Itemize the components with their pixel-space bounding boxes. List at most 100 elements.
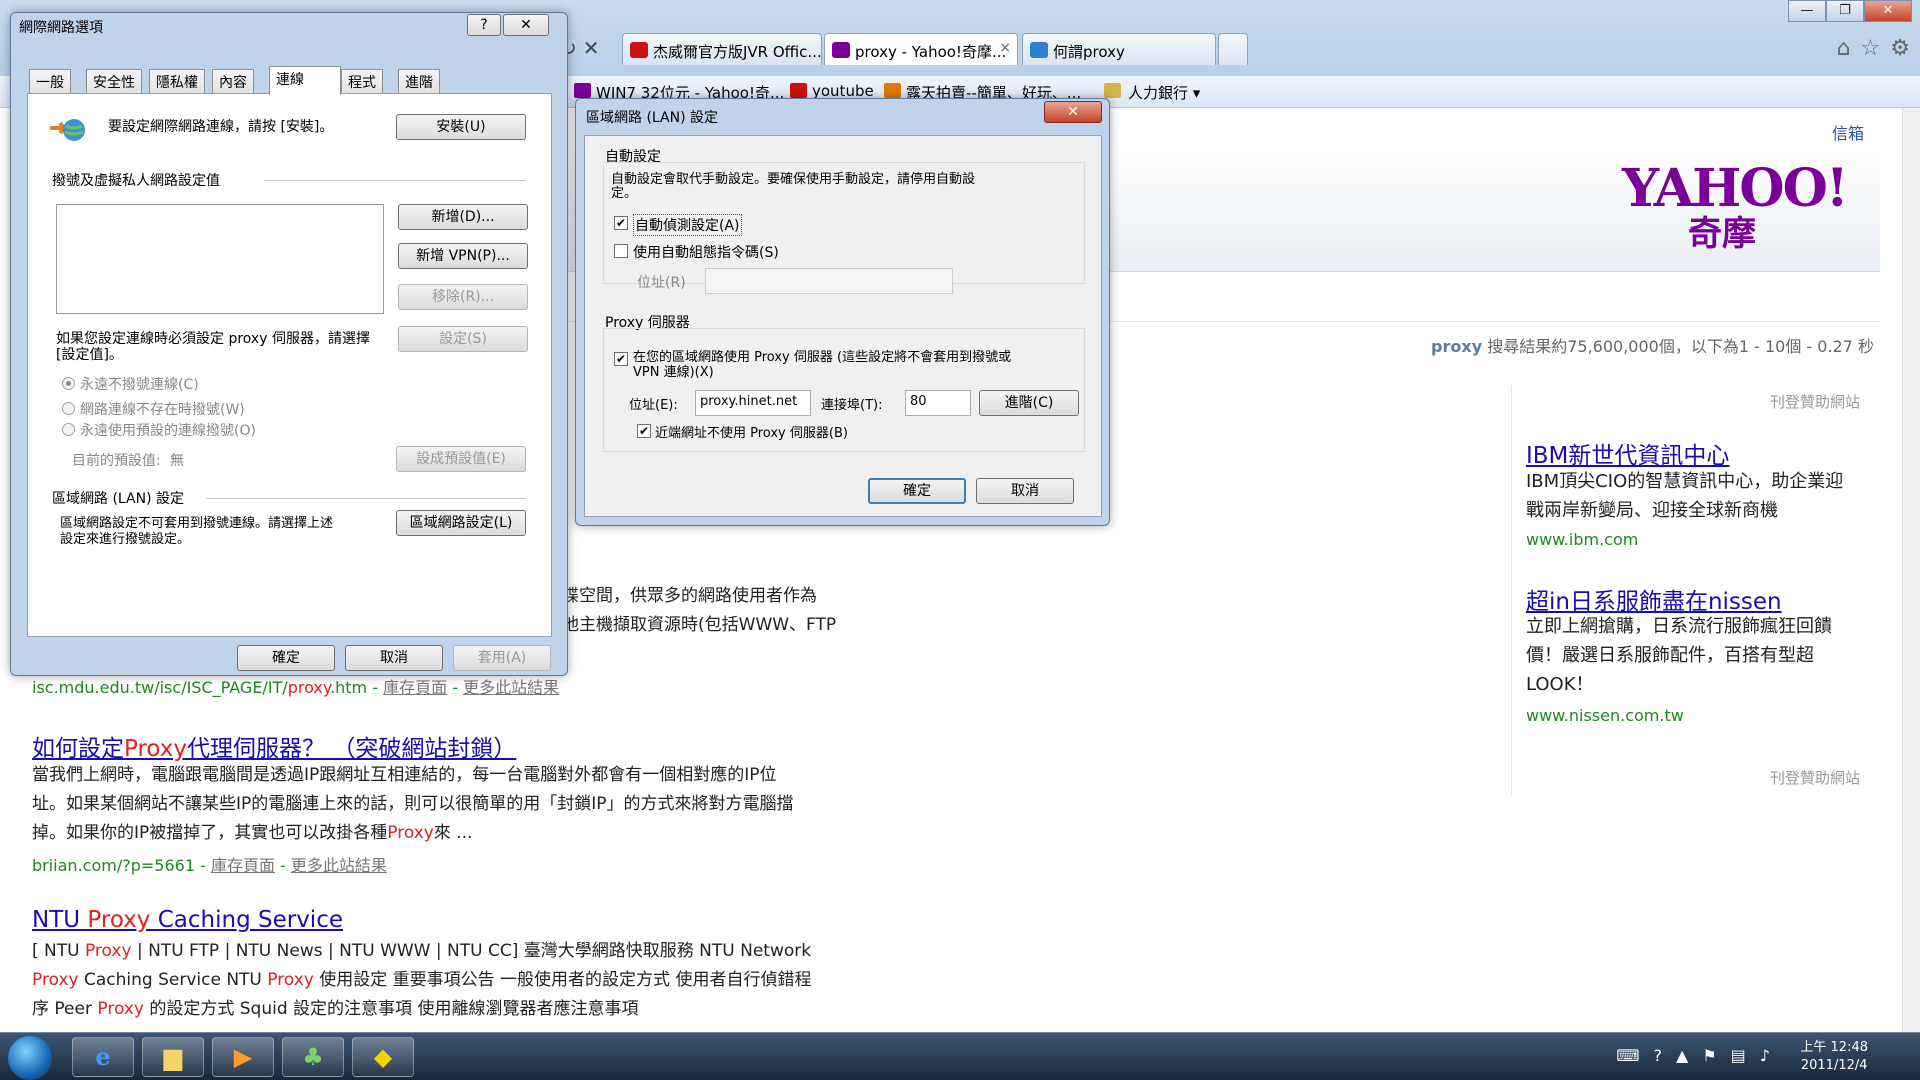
youtube-icon bbox=[630, 42, 648, 58]
result-title-ntu-proxy[interactable]: NTU Proxy Caching Service bbox=[32, 907, 343, 933]
radio-never-dial[interactable] bbox=[62, 377, 75, 390]
sponsored-label: 刊登贊助網站 bbox=[1770, 769, 1861, 787]
dialup-group-label: 撥號及虛擬私人網路設定值 bbox=[52, 173, 220, 189]
set-default-button[interactable]: 設成預設值(E) bbox=[396, 446, 526, 472]
proxy-address-input[interactable]: proxy.hinet.net bbox=[695, 390, 811, 416]
volume-icon[interactable]: ♪ bbox=[1760, 1046, 1770, 1065]
snippet-text: 使用設定 重要事項公告 一般使用者的設定方式 使用者自行偵錯程 bbox=[313, 970, 812, 990]
tab-security[interactable]: 安全性 bbox=[86, 69, 142, 93]
home-icon[interactable]: ⌂ bbox=[1837, 36, 1851, 61]
tab-what-is-proxy[interactable]: 何謂proxy bbox=[1022, 33, 1216, 65]
settings-description-2: [設定值]。 bbox=[56, 347, 123, 363]
clock[interactable]: 上午 12:48 2011/12/4 bbox=[1800, 1039, 1868, 1075]
radio-always-dial-default[interactable] bbox=[62, 423, 75, 436]
title-highlight: Proxy bbox=[124, 736, 188, 762]
auto-detect-checkbox[interactable]: ✔ bbox=[614, 216, 628, 230]
stop-icon[interactable]: ✕ bbox=[583, 36, 600, 60]
file-explorer-icon[interactable]: ▆ bbox=[142, 1037, 204, 1077]
ie-page-icon bbox=[1030, 42, 1048, 58]
favorites-star-icon[interactable]: ☆ bbox=[1861, 36, 1881, 61]
setup-description: 要設定網際網路連線，請按 [安裝]。 bbox=[108, 119, 334, 135]
ad-title-ibm[interactable]: IBM新世代資訊中心 bbox=[1526, 436, 1729, 470]
help-button[interactable]: ? bbox=[467, 14, 501, 36]
dialup-settings-button[interactable]: 設定(S) bbox=[398, 326, 528, 352]
minimize-button[interactable]: — bbox=[1788, 0, 1826, 22]
radio-dial-when-no-network[interactable] bbox=[62, 402, 75, 415]
internet-explorer-icon[interactable]: e bbox=[72, 1037, 134, 1077]
cancel-button[interactable]: 取消 bbox=[345, 645, 443, 671]
add-vpn-button[interactable]: 新增 VPN(P)... bbox=[398, 243, 528, 269]
tab-label: proxy - Yahoo!奇摩... bbox=[855, 43, 1007, 61]
tab-advanced[interactable]: 進階 bbox=[398, 69, 440, 93]
tab-programs[interactable]: 程式 bbox=[341, 69, 383, 93]
settings-gear-icon[interactable]: ⚙ bbox=[1890, 36, 1910, 61]
radio-never-dial-label: 永遠不撥號連線(C) bbox=[80, 377, 199, 393]
ruten-icon bbox=[884, 83, 901, 98]
more-results-link[interactable]: 更多此站結果 bbox=[463, 678, 559, 697]
result-title-proxy-setup[interactable]: 如何設定Proxy代理伺服器？ （突破網站封鎖） bbox=[32, 729, 516, 763]
action-center-flag-icon[interactable]: ⚑ bbox=[1702, 1046, 1716, 1065]
ad-divider bbox=[1511, 385, 1512, 795]
kuaibo-icon[interactable]: ◆ bbox=[352, 1037, 414, 1077]
tab-jvr[interactable]: 杰威爾官方版JVR Offic... bbox=[622, 33, 822, 65]
ad-desc: LOOK！ bbox=[1526, 674, 1594, 695]
tab-yahoo-proxy[interactable]: proxy - Yahoo!奇摩... × bbox=[824, 33, 1018, 65]
start-button[interactable] bbox=[8, 1036, 52, 1080]
close-window-button[interactable]: ✕ bbox=[1864, 0, 1912, 22]
new-tab-button[interactable] bbox=[1218, 33, 1248, 65]
group-divider bbox=[206, 498, 526, 499]
lan-settings-button[interactable]: 區域網路設定(L) bbox=[396, 510, 526, 536]
result-url[interactable]: briian.com/?p=5661 - 庫存頁面 - 更多此站結果 bbox=[32, 852, 387, 876]
keyboard-icon[interactable]: ⌨ bbox=[1616, 1046, 1639, 1065]
cache-link[interactable]: 庫存頁面 bbox=[211, 856, 275, 875]
lan-settings-dialog: 區域網路 (LAN) 設定 ✕ 自動設定 自動設定會取代手動設定。要確保使用手動… bbox=[575, 98, 1110, 526]
script-address-input[interactable] bbox=[705, 268, 953, 294]
dialup-connections-list[interactable] bbox=[56, 204, 384, 314]
use-proxy-checkbox[interactable]: ✔ bbox=[614, 352, 628, 366]
auto-script-checkbox[interactable] bbox=[614, 244, 628, 258]
bypass-local-checkbox[interactable]: ✔ bbox=[637, 424, 651, 438]
ad-url[interactable]: www.ibm.com bbox=[1526, 530, 1638, 549]
media-player-icon[interactable]: ▶ bbox=[212, 1037, 274, 1077]
dialog-close-button[interactable]: ✕ bbox=[503, 14, 549, 36]
tab-close-icon[interactable]: × bbox=[999, 40, 1011, 56]
port-input[interactable]: 80 bbox=[905, 390, 971, 416]
cache-link[interactable]: 庫存頁面 bbox=[383, 678, 447, 697]
show-hidden-icons-icon[interactable]: ▲ bbox=[1676, 1046, 1688, 1065]
yahoo-icon bbox=[832, 42, 850, 58]
more-results-link[interactable]: 更多此站結果 bbox=[291, 856, 387, 875]
tab-privacy[interactable]: 隱私權 bbox=[149, 69, 205, 93]
partial-result-url[interactable]: isc.mdu.edu.tw/isc/ISC_PAGE/IT/proxy.htm… bbox=[32, 674, 559, 698]
network-icon[interactable]: ▤ bbox=[1731, 1046, 1746, 1065]
tab-general[interactable]: 一般 bbox=[29, 69, 71, 93]
snippet-text: | NTU FTP | NTU News | NTU WWW | NTU CC]… bbox=[131, 941, 812, 961]
setup-button[interactable]: 安裝(U) bbox=[396, 114, 526, 140]
cancel-button[interactable]: 取消 bbox=[976, 478, 1074, 504]
remove-button[interactable]: 移除(R)... bbox=[398, 284, 528, 310]
yahoo-logo-sub: 奇摩 bbox=[1688, 214, 1756, 254]
ok-button[interactable]: 確定 bbox=[237, 645, 335, 671]
tab-connections[interactable]: 連線 bbox=[269, 66, 341, 95]
result-count: proxy 搜尋結果約75,600,000個，以下為1 - 10個 - 0.27… bbox=[1431, 333, 1874, 357]
window-controls: — ❐ ✕ bbox=[1788, 0, 1912, 22]
ad-title-nissen[interactable]: 超in日系服飾盡在nissen bbox=[1526, 582, 1782, 616]
network-app-icon[interactable]: ♣ bbox=[282, 1037, 344, 1077]
inbox-link[interactable]: 信箱 bbox=[1832, 120, 1864, 144]
url-highlight: proxy bbox=[287, 678, 331, 697]
vertical-scrollbar[interactable] bbox=[1902, 108, 1920, 1032]
snippet-text: 來 ... bbox=[433, 823, 473, 843]
favorite-folder-jobs[interactable]: 人力銀行 ▾ bbox=[1104, 82, 1200, 103]
advanced-button[interactable]: 進階(C) bbox=[979, 390, 1079, 416]
maximize-button[interactable]: ❐ bbox=[1826, 0, 1864, 22]
dialog-close-button[interactable]: ✕ bbox=[1044, 101, 1102, 123]
use-proxy-label-2: VPN 連線)(X) bbox=[633, 365, 714, 380]
add-connection-button[interactable]: 新增(D)... bbox=[398, 204, 528, 230]
apply-button[interactable]: 套用(A) bbox=[453, 645, 551, 671]
ok-button[interactable]: 確定 bbox=[868, 478, 966, 504]
snippet-text: [ NTU bbox=[32, 941, 85, 961]
help-icon[interactable]: ? bbox=[1654, 1046, 1663, 1065]
tab-content[interactable]: 內容 bbox=[212, 69, 254, 93]
url-text: briian.com/?p=5661 bbox=[32, 856, 195, 875]
ad-url[interactable]: www.nissen.com.tw bbox=[1526, 706, 1684, 725]
ad-desc: 戰兩岸新變局、迎接全球新商機 bbox=[1526, 500, 1778, 521]
